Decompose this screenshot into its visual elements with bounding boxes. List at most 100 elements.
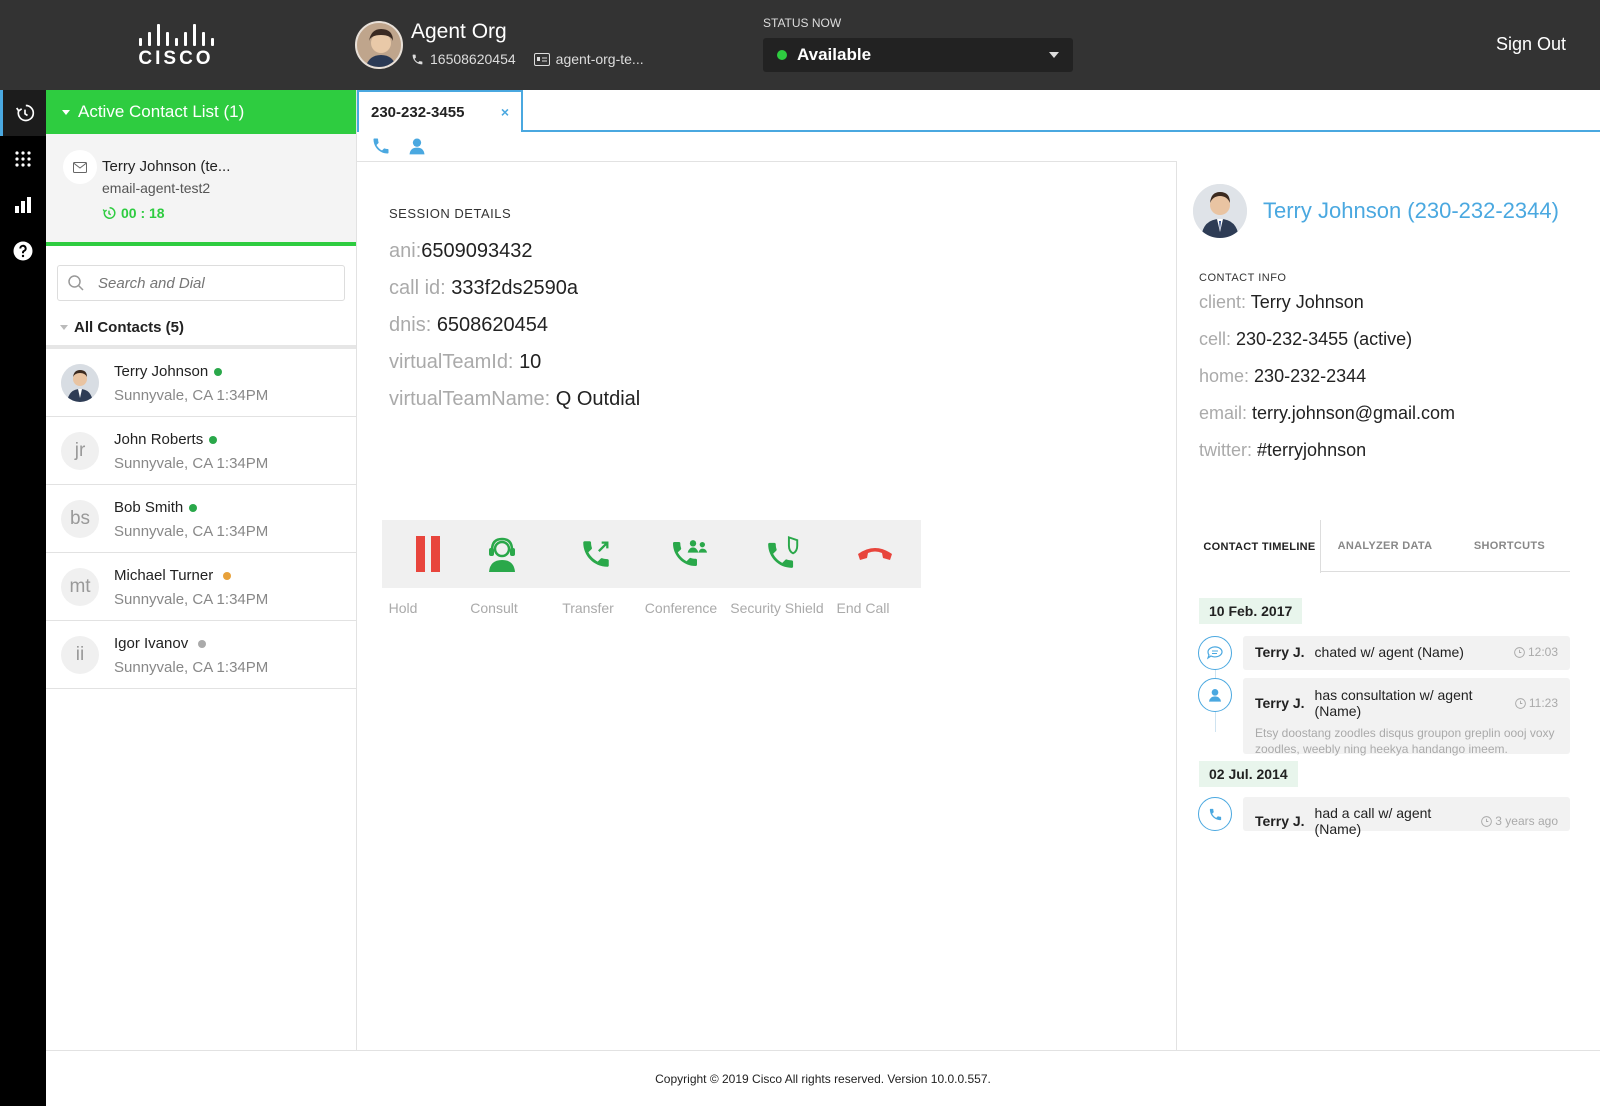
conference-button[interactable] [643, 520, 735, 588]
interaction-tabs: 230-232-3455 × [357, 90, 1600, 132]
customer-avatar [1193, 184, 1247, 238]
active-contact-list-header[interactable]: Active Contact List (1) [46, 90, 356, 134]
caret-down-icon [60, 324, 68, 330]
chevron-down-icon [1049, 52, 1059, 58]
agent-icon[interactable] [407, 136, 427, 156]
hold-icon [416, 536, 440, 572]
transfer-button[interactable] [550, 520, 642, 588]
consult-button[interactable] [456, 520, 548, 588]
customer-tabs: CONTACT TIMELINE ANALYZER DATA SHORTCUTS [1199, 520, 1570, 573]
end-call-label: End Call [836, 600, 890, 616]
recent-icon[interactable] [0, 90, 46, 136]
contact-row[interactable]: mt Michael Turner Sunnyvale, CA 1:34PM [46, 553, 356, 621]
clock-icon [1481, 815, 1493, 827]
contact-location: Sunnyvale, CA 1:34PM [114, 591, 269, 608]
phone-icon[interactable] [371, 136, 391, 156]
event-time-text: 12:03 [1527, 645, 1558, 659]
help-icon[interactable] [0, 228, 46, 274]
contact-field: home: 230-232-2344 [1199, 366, 1366, 387]
status-dropdown[interactable]: Available [763, 38, 1073, 72]
contact-location: Sunnyvale, CA 1:34PM [114, 455, 269, 472]
contact-info-title: CONTACT INFO [1199, 272, 1287, 284]
security-shield-button[interactable] [736, 520, 828, 588]
event-who: Terry J. [1255, 813, 1305, 829]
dialpad-icon[interactable] [0, 136, 46, 182]
agent-avatar[interactable] [355, 21, 403, 69]
contact-name: Michael Turner [114, 567, 232, 584]
tab-contact-timeline[interactable]: CONTACT TIMELINE [1199, 520, 1321, 573]
timeline-event[interactable]: Terry J. had a call w/ agent (Name) 3 year… [1243, 797, 1570, 837]
clock-icon [1514, 646, 1525, 658]
event-time-text: 3 years ago [1495, 814, 1558, 828]
nav-rail [0, 90, 46, 1106]
status-dot [223, 571, 232, 580]
status-label: STATUS NOW [763, 16, 842, 30]
field-value: terry.johnson@gmail.com [1252, 403, 1456, 423]
contact-name: Igor Ivanov [114, 635, 207, 652]
consult-label: Consult [470, 600, 518, 616]
status-value: Available [797, 45, 872, 64]
customer-name[interactable]: Terry Johnson (230-232-2344) [1263, 198, 1559, 224]
agent-name: Agent Org [411, 20, 507, 43]
agent-meta: 16508620454 agent-org-te... [411, 51, 644, 67]
contact-row[interactable]: ii Igor Ivanov Sunnyvale, CA 1:34PM [46, 621, 356, 689]
contact-location: Sunnyvale, CA 1:34PM [114, 387, 269, 404]
tab-interaction[interactable]: 230-232-3455 × [357, 90, 523, 132]
stats-icon[interactable] [0, 182, 46, 228]
customer-panel: Terry Johnson (230-232-2344) CONTACT INF… [1177, 162, 1600, 1050]
contact-name-text: Michael Turner [114, 567, 214, 584]
conference-icon [673, 540, 707, 566]
session-field: virtualTeamName: Q Outdial [389, 388, 640, 411]
active-contact-card[interactable]: Terry Johnson (te... email-agent-test2 0… [46, 134, 356, 246]
contact-field: twitter: #terryjohnson [1199, 440, 1366, 461]
timeline-date: 10 Feb. 2017 [1199, 598, 1303, 624]
field-key: client: [1199, 292, 1247, 312]
search-input[interactable] [98, 274, 318, 292]
top-bar: CISCO Agent Org 16508620454 agent-org-te… [0, 0, 1600, 90]
contact-row[interactable]: jr John Roberts Sunnyvale, CA 1:34PM [46, 417, 356, 485]
tab-shortcuts[interactable]: SHORTCUTS [1449, 520, 1570, 572]
contact-row[interactable]: Terry Johnson Sunnyvale, CA 1:34PM [46, 349, 356, 417]
sign-out-button[interactable]: Sign Out [1496, 34, 1566, 55]
event-time: 12:03 [1514, 645, 1558, 659]
field-key: cell: [1199, 329, 1232, 349]
phone-icon [412, 54, 423, 64]
search-icon [68, 275, 84, 291]
contact-avatar [61, 364, 99, 402]
clock-icon [1515, 697, 1526, 709]
status-dot [198, 639, 207, 648]
event-what: has consultation w/ agent (Name) [1314, 687, 1473, 719]
field-value: #terryjohnson [1257, 440, 1367, 460]
email-icon [63, 150, 97, 184]
timeline-event[interactable]: Terry J. has consultation w/ agent (Name)… [1243, 678, 1570, 756]
field-key: ani: [389, 240, 422, 262]
transfer-icon [583, 541, 609, 567]
agent-phone: 16508620454 [430, 51, 516, 67]
contact-avatar: bs [61, 500, 99, 538]
contact-location: Sunnyvale, CA 1:34PM [114, 523, 269, 540]
end-call-button[interactable] [829, 520, 921, 588]
event-who: Terry J. [1255, 695, 1305, 711]
event-note: Etsy doostang zoodles disqus groupon gre… [1255, 726, 1555, 756]
contact-avatar: mt [61, 568, 99, 606]
status-dot [777, 50, 787, 60]
contact-row[interactable]: bs Bob Smith Sunnyvale, CA 1:34PM [46, 485, 356, 553]
contact-field: client: Terry Johnson [1199, 292, 1364, 313]
contact-field: cell: 230-232-3455 (active) [1199, 329, 1412, 350]
all-contacts-header[interactable]: All Contacts (5) [46, 309, 356, 349]
end-call-icon [858, 548, 892, 560]
status-dot [189, 503, 198, 512]
tab-analyzer-data[interactable]: ANALYZER DATA [1321, 520, 1449, 572]
search-and-dial[interactable] [57, 265, 345, 301]
contact-name-text: Terry Johnson [114, 363, 209, 380]
phone-icon [1198, 797, 1232, 831]
hold-label: Hold [388, 600, 418, 616]
contact-name-text: John Roberts [114, 431, 204, 448]
agent-id: agent-org-te... [555, 51, 644, 67]
field-value: 333f2ds2590a [451, 277, 579, 299]
copyright-text: Copyright © 2019 Cisco All rights reserv… [655, 1071, 991, 1086]
session-field: call id: 333f2ds2590a [389, 277, 578, 300]
close-icon[interactable]: × [501, 104, 509, 120]
timeline-event[interactable]: Terry J. chated w/ agent (Name) 12:03 [1243, 636, 1570, 670]
contacts-panel: Active Contact List (1) Terry Johnson (t… [46, 90, 357, 1050]
